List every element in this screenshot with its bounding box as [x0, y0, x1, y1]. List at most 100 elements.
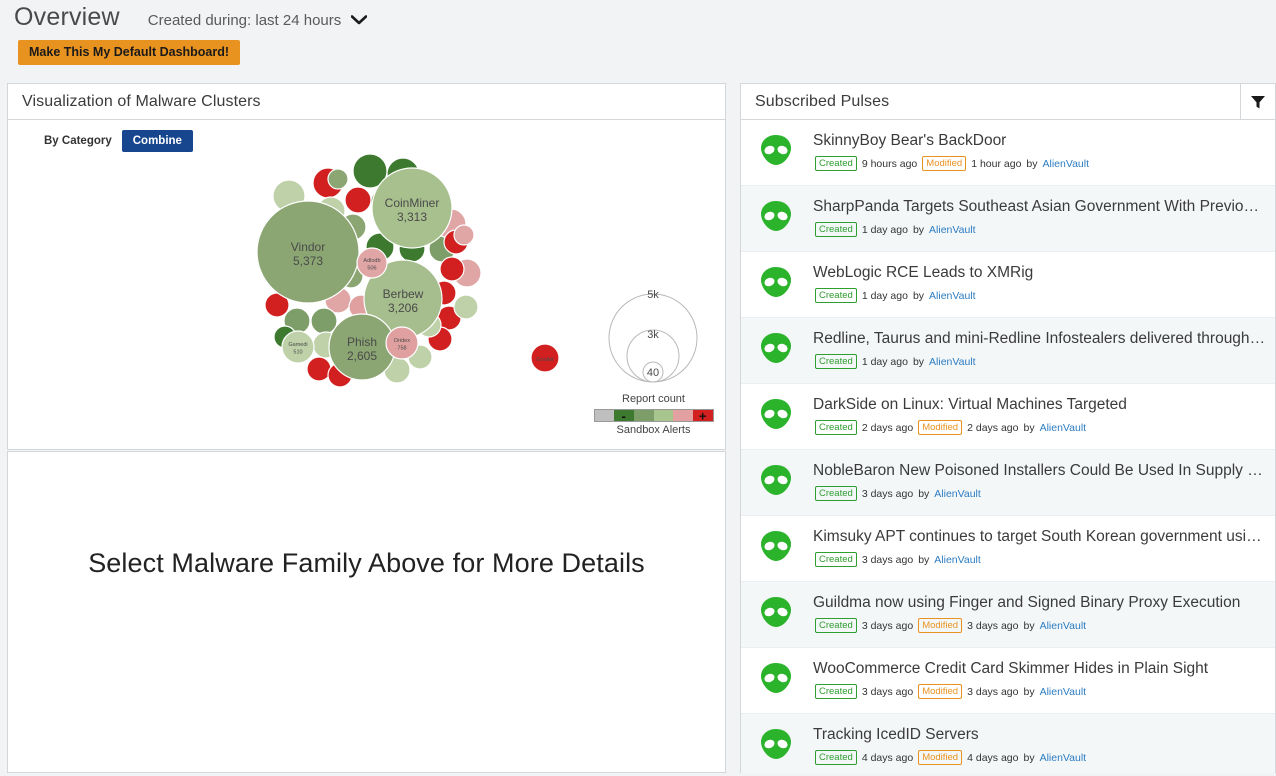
created-badge: Created [815, 684, 857, 699]
pulse-row[interactable]: Kimsuky APT continues to target South Ko… [741, 516, 1275, 582]
alien-head-icon [759, 727, 793, 766]
page-title: Overview [14, 3, 120, 31]
created-time: 3 days ago [861, 685, 914, 698]
created-badge: Created [815, 288, 857, 303]
pulse-row[interactable]: SharpPanda Targets Southeast Asian Gover… [741, 186, 1275, 252]
chevron-down-icon[interactable] [350, 5, 368, 35]
modified-badge: Modified [918, 750, 963, 765]
created-during-label[interactable]: Created during: last 24 hours [148, 6, 341, 36]
pulse-meta: Created 1 day ago by AlienVault [813, 288, 1267, 303]
pulse-list[interactable]: SkinnyBoy Bear's BackDoor Created 9 hours … [741, 120, 1275, 773]
by-label: by [912, 289, 925, 302]
color-legend-caption: Sandbox Alerts [616, 424, 691, 436]
bubble[interactable] [453, 224, 475, 246]
modified-badge: Modified [922, 156, 967, 171]
author-link[interactable]: AlienVault [929, 356, 976, 368]
bubble[interactable] [453, 294, 479, 320]
pulse-title[interactable]: WooCommerce Credit Card Skimmer Hides in… [813, 659, 1267, 679]
bubble-label-value: 3,206 [388, 301, 418, 315]
pulse-title[interactable]: Kimsuky APT continues to target South Ko… [813, 527, 1267, 547]
pulse-meta: Created 9 hours ago Modified 1 hour ago by Al… [813, 156, 1267, 171]
author-link[interactable]: AlienVault [1040, 752, 1087, 764]
pulse-meta: Created 3 days ago Modified 3 days ago by Ali… [813, 618, 1267, 633]
author-link[interactable]: AlienVault [1040, 686, 1087, 698]
created-badge: Created [815, 750, 857, 765]
created-badge: Created [815, 618, 857, 633]
author-link[interactable]: AlienVault [929, 290, 976, 302]
pulse-meta: Created 3 days ago by AlienVault [813, 552, 1267, 567]
pulse-meta: Created 4 days ago Modified 4 days ago by Ali… [813, 750, 1267, 765]
created-time: 4 days ago [861, 751, 914, 764]
svg-text:3k: 3k [647, 329, 659, 341]
alien-head-icon [759, 199, 793, 238]
created-badge: Created [815, 156, 857, 171]
pulse-title[interactable]: SkinnyBoy Bear's BackDoor [813, 131, 1267, 151]
page-header: Overview Created during: last 24 hours M… [0, 0, 1276, 65]
pulse-row[interactable]: NobleBaron New Poisoned Installers Could… [741, 450, 1275, 516]
modified-badge: Modified [918, 684, 963, 699]
pulse-row[interactable]: WebLogic RCE Leads to XMRig Created 1 day … [741, 252, 1275, 318]
bubble[interactable] [344, 186, 372, 214]
pulse-row[interactable]: DarkSide on Linux: Virtual Machines Targ… [741, 384, 1275, 450]
pulse-row[interactable]: Tracking IcedID Servers Created 4 days ago… [741, 714, 1275, 773]
created-badge: Created [815, 222, 857, 237]
toggle-combine[interactable]: Combine [121, 130, 193, 152]
pulse-meta: Created 3 days ago Modified 3 days ago by Ali… [813, 684, 1267, 699]
created-time: 3 days ago [861, 553, 914, 566]
created-time: 1 day ago [861, 289, 908, 302]
by-label: by [918, 553, 930, 566]
toggle-by-category[interactable]: By Category [38, 131, 118, 151]
pulse-body: Guildma now using Finger and Signed Bina… [793, 593, 1275, 633]
modified-time: 3 days ago [967, 619, 1019, 632]
bubble-chart[interactable]: Vindor 5,373 CoinMiner 3,313 Berbew 3,206 Phis… [8, 152, 725, 444]
bubble-label-name: CoinMiner [385, 196, 440, 210]
created-badge: Created [815, 552, 857, 567]
pulse-meta: Created 1 day ago by AlienVault [813, 354, 1267, 369]
bubble[interactable] [327, 168, 349, 190]
pulse-body: DarkSide on Linux: Virtual Machines Targ… [793, 395, 1275, 435]
author-link[interactable]: AlienVault [929, 224, 976, 236]
by-label: by [1026, 157, 1038, 170]
pulse-row[interactable]: Guildma now using Finger and Signed Bina… [741, 582, 1275, 648]
svg-text:5k: 5k [647, 289, 659, 301]
pulse-title[interactable]: NobleBaron New Poisoned Installers Could… [813, 461, 1267, 481]
author-link[interactable]: AlienVault [1040, 620, 1087, 632]
pulse-row[interactable]: WooCommerce Credit Card Skimmer Hides in… [741, 648, 1275, 714]
make-default-dashboard-button[interactable]: Make This My Default Dashboard! [18, 40, 241, 65]
detail-placeholder-message: Select Malware Family Above for More Det… [88, 548, 645, 578]
bubble-label-value: 5,373 [293, 254, 323, 268]
pulse-title[interactable]: Tracking IcedID Servers [813, 725, 1267, 745]
size-legend-circles: 5k 3k 40 [608, 289, 698, 383]
pulse-title[interactable]: DarkSide on Linux: Virtual Machines Targ… [813, 395, 1267, 415]
bubble-label-value: 3,313 [397, 210, 427, 224]
pulse-title[interactable]: WebLogic RCE Leads to XMRig [813, 263, 1267, 283]
author-link[interactable]: AlienVault [934, 554, 981, 566]
pulse-row[interactable]: SkinnyBoy Bear's BackDoor Created 9 hours … [741, 120, 1275, 186]
bubble-label-name: Adlodb [363, 258, 380, 264]
created-badge: Created [815, 420, 857, 435]
viz-toggle-group: By Category Combine [8, 120, 725, 152]
pulse-row[interactable]: Redline, Taurus and mini-Redline Infoste… [741, 318, 1275, 384]
bubble[interactable] [306, 356, 332, 382]
author-link[interactable]: AlienVault [934, 488, 981, 500]
by-label: by [912, 355, 925, 368]
created-time: 1 day ago [861, 355, 908, 368]
pulse-title[interactable]: SharpPanda Targets Southeast Asian Gover… [813, 197, 1267, 217]
bubble[interactable] [439, 256, 465, 282]
by-label: by [912, 223, 925, 236]
pulse-title[interactable]: Guildma now using Finger and Signed Bina… [813, 593, 1267, 613]
alien-head-icon [759, 331, 793, 370]
bubble-label-name: Dridex [394, 338, 410, 344]
bubble-label-value: 510 [293, 350, 302, 356]
subscribed-pulses-panel: Subscribed Pulses SkinnyBoy Bear's BackD… [740, 83, 1276, 773]
svg-text:40: 40 [647, 367, 659, 379]
filter-icon[interactable] [1240, 84, 1275, 119]
bubble-label-value: 506 [367, 266, 376, 272]
by-label: by [1023, 421, 1035, 434]
modified-time: 1 hour ago [971, 157, 1022, 170]
author-link[interactable]: AlienVault [1043, 158, 1090, 170]
header-row: Overview Created during: last 24 hours [0, 0, 1276, 36]
pulse-body: SkinnyBoy Bear's BackDoor Created 9 hours … [793, 131, 1275, 171]
pulse-title[interactable]: Redline, Taurus and mini-Redline Infoste… [813, 329, 1267, 349]
author-link[interactable]: AlienVault [1040, 422, 1087, 434]
